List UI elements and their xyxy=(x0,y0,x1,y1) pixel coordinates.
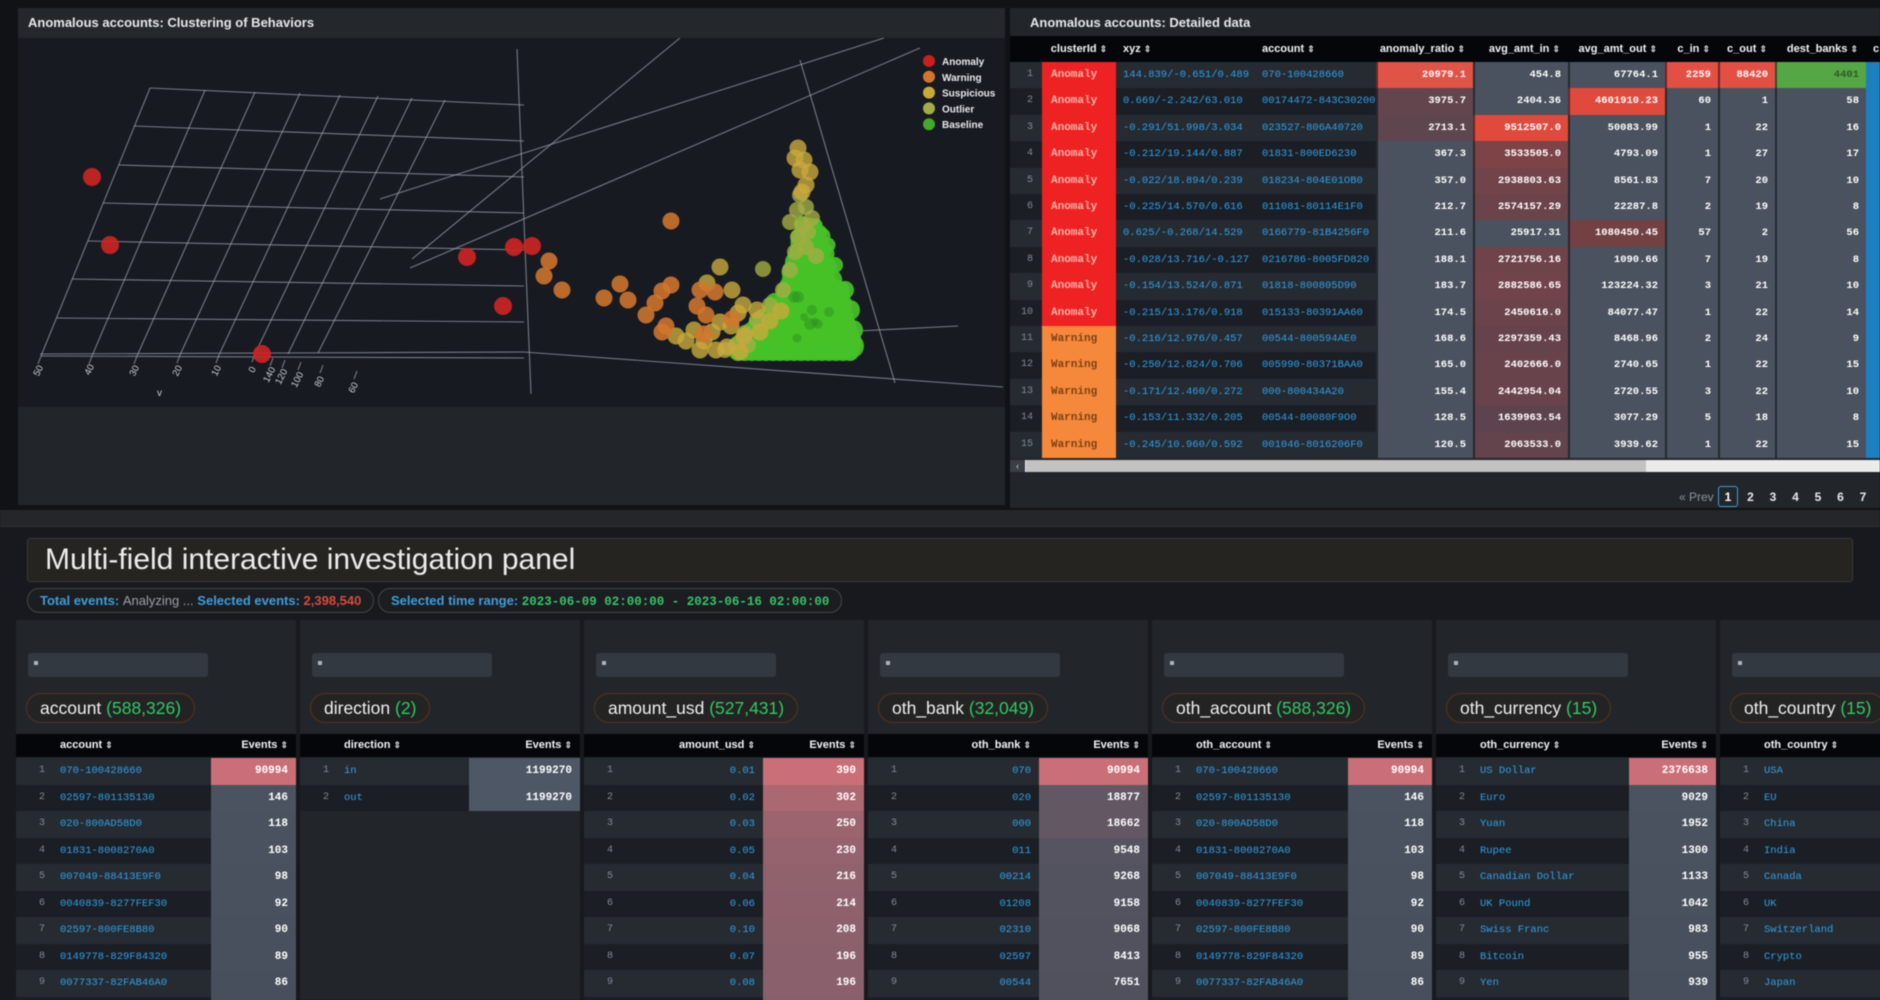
svg-text:Suspicious: Suspicious xyxy=(942,89,996,100)
svg-text:0: 0 xyxy=(247,365,259,375)
svg-text:v: v xyxy=(157,388,162,399)
svg-text:80: 80 xyxy=(312,375,327,389)
svg-text:60: 60 xyxy=(346,381,361,395)
svg-text:40: 40 xyxy=(82,363,97,377)
svg-text:100: 100 xyxy=(289,370,306,389)
svg-text:Warning: Warning xyxy=(942,73,982,84)
svg-text:Anomaly: Anomaly xyxy=(942,57,985,68)
svg-text:10: 10 xyxy=(209,364,224,378)
svg-text:30: 30 xyxy=(127,364,142,378)
svg-text:20: 20 xyxy=(170,364,185,378)
svg-text:Baseline: Baseline xyxy=(942,120,984,131)
svg-text:50: 50 xyxy=(31,364,46,378)
svg-text:Outlier: Outlier xyxy=(942,104,974,115)
